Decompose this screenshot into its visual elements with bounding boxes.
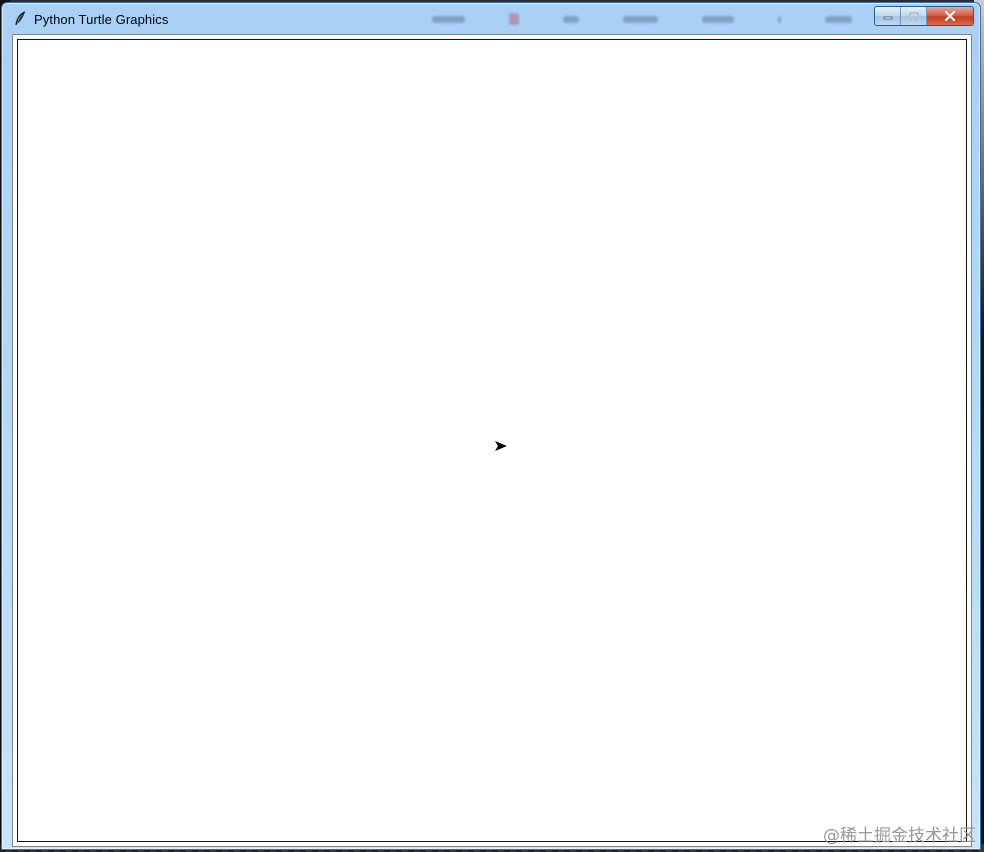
maximize-icon <box>908 11 919 21</box>
background-blur-strip <box>432 9 852 29</box>
maximize-button[interactable] <box>901 7 927 25</box>
close-icon <box>944 11 956 21</box>
canvas-frame <box>12 34 972 847</box>
minimize-button[interactable] <box>875 7 901 25</box>
watermark: @稀土掘金技术社区 <box>823 826 976 846</box>
turtle-canvas[interactable] <box>17 39 967 842</box>
turtle-arrow-icon <box>495 441 507 451</box>
close-button[interactable] <box>927 7 973 25</box>
feather-icon <box>14 11 28 27</box>
turtle-window: Python Turtle Graphics <box>1 2 981 850</box>
window-title: Python Turtle Graphics <box>34 12 169 27</box>
minimize-icon <box>883 16 892 20</box>
window-controls <box>874 6 974 26</box>
title-bar[interactable]: Python Turtle Graphics <box>2 3 980 33</box>
